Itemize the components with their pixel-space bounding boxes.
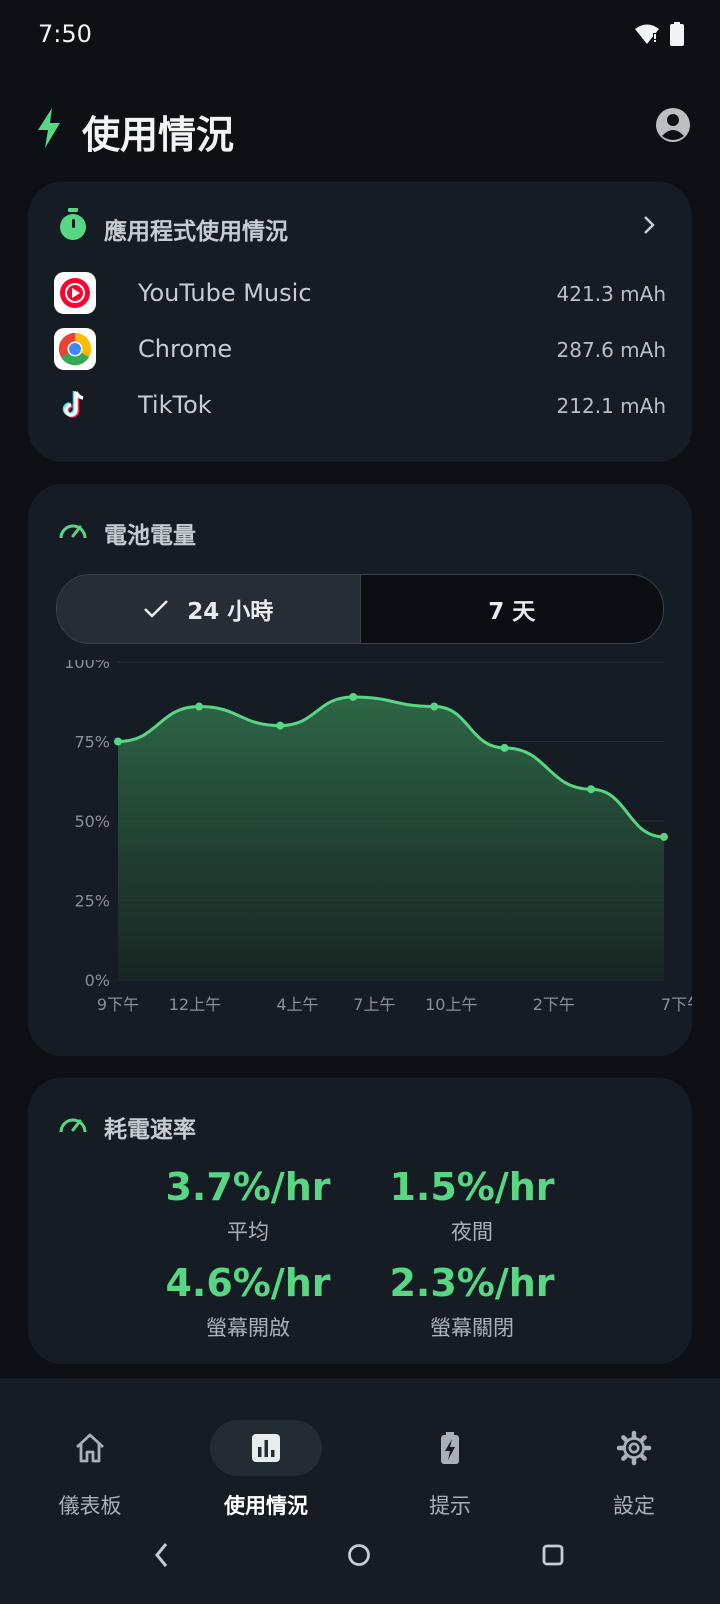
- chrome-icon: [54, 328, 96, 370]
- rate-value: 3.7%/hr: [165, 1165, 331, 1209]
- app-usage-value: 287.6 mAh: [556, 338, 666, 362]
- y-tick-label: 0%: [85, 971, 110, 990]
- app-name: TikTok: [138, 391, 212, 419]
- battery-level-card: 電池電量 24 小時 7 天 100% 75% 50% 25% 0% 9下午 12上午 4上午…: [28, 484, 692, 1056]
- nav-item-settings[interactable]: 設定: [544, 1400, 720, 1518]
- segment-label: 24 小時: [187, 599, 274, 625]
- app-usage-card[interactable]: 應用程式使用情況 YouTube Music 421.3 mAh Chrome …: [28, 182, 692, 462]
- bolt-icon: [38, 108, 60, 148]
- nav-item-usage[interactable]: 使用情況: [176, 1400, 356, 1518]
- wifi-icon: [635, 24, 659, 44]
- app-usage-value: 421.3 mAh: [556, 282, 666, 306]
- app-usage-value: 212.1 mAh: [556, 394, 666, 418]
- rate-label: 螢幕開啟: [206, 1316, 290, 1340]
- rate-label: 平均: [227, 1220, 269, 1244]
- drain-rate-card: 耗電速率 3.7%/hr 平均 1.5%/hr 夜間 4.6%/hr 螢幕開啟 …: [28, 1078, 692, 1364]
- app-usage-title: 應用程式使用情況: [104, 219, 288, 245]
- app-name: YouTube Music: [138, 279, 312, 307]
- rate-value: 2.3%/hr: [389, 1261, 555, 1305]
- data-point: [660, 832, 668, 841]
- home-icon: [76, 1433, 104, 1463]
- segment-label: 7 天: [488, 599, 536, 625]
- status-time: 7:50: [38, 20, 92, 48]
- check-icon: [144, 600, 169, 618]
- nav-label: 儀表板: [58, 1494, 122, 1518]
- nav-label: 提示: [429, 1494, 471, 1518]
- nav-label: 設定: [613, 1494, 655, 1518]
- x-tick-label: 7上午: [353, 995, 395, 1014]
- data-point: [114, 737, 122, 746]
- y-tick-label: 100%: [64, 660, 110, 672]
- y-tick-label: 50%: [74, 812, 110, 831]
- rate-label: 夜間: [451, 1220, 493, 1244]
- page-title: 使用情況: [82, 113, 235, 157]
- battery-level-title: 電池電量: [104, 523, 196, 549]
- speedometer-icon: [59, 524, 87, 539]
- battery-level-chart: 100% 75% 50% 25% 0% 9下午 12上午 4上午 7上午 10上午 2下午 7下午: [64, 660, 692, 1014]
- rate-screen-off: 2.3%/hr 螢幕關閉: [352, 1260, 592, 1342]
- gear-icon: [616, 1430, 652, 1466]
- app-name: Chrome: [138, 335, 233, 363]
- stopwatch-icon: [60, 208, 86, 240]
- x-tick-label: 10上午: [425, 995, 477, 1014]
- data-point: [500, 743, 509, 752]
- x-tick-label: 9下午: [97, 995, 139, 1014]
- x-tick-label: 7下午: [661, 995, 692, 1014]
- app-row-chrome[interactable]: Chrome 287.6 mAh: [54, 328, 666, 374]
- x-tick-label: 4上午: [276, 995, 318, 1014]
- app-row-tiktok[interactable]: TikTok 212.1 mAh: [54, 384, 666, 430]
- bar-chart-icon: [252, 1434, 280, 1462]
- rate-value: 1.5%/hr: [389, 1165, 555, 1209]
- rate-overnight: 1.5%/hr 夜間: [352, 1164, 592, 1246]
- chevron-right-icon[interactable]: [642, 214, 656, 236]
- nav-item-dashboard[interactable]: 儀表板: [0, 1400, 180, 1518]
- rate-value: 4.6%/hr: [165, 1261, 331, 1305]
- tiktok-icon: [54, 384, 96, 426]
- rate-label: 螢幕關閉: [430, 1316, 514, 1340]
- speedometer-icon: [59, 1118, 87, 1133]
- x-tick-label: 2下午: [533, 995, 575, 1014]
- nav-item-tips[interactable]: 提示: [360, 1400, 540, 1518]
- youtube-music-icon: [54, 272, 96, 314]
- bottom-nav: 儀表板 使用情況 提示 設定: [0, 1378, 720, 1604]
- y-tick-label: 75%: [74, 733, 110, 752]
- account-icon[interactable]: [654, 106, 692, 144]
- system-nav-bar: [0, 1528, 720, 1588]
- battery-icon: [670, 22, 684, 46]
- status-bar: 7:50: [0, 0, 720, 70]
- nav-label: 使用情況: [224, 1494, 308, 1518]
- segment-7-days[interactable]: 7 天: [360, 575, 663, 643]
- app-row-youtube-music[interactable]: YouTube Music 421.3 mAh: [54, 272, 666, 318]
- data-point: [195, 702, 204, 711]
- battery-area: [118, 696, 664, 980]
- time-range-toggle: 24 小時 7 天: [56, 574, 664, 644]
- recents-icon[interactable]: [540, 1542, 566, 1568]
- app-header: 使用情況: [0, 100, 720, 160]
- data-point: [276, 721, 285, 730]
- back-icon[interactable]: [150, 1540, 174, 1570]
- status-icons: [634, 22, 684, 46]
- data-point: [349, 692, 358, 701]
- drain-rate-title: 耗電速率: [104, 1117, 196, 1143]
- data-point: [587, 785, 596, 794]
- rate-average: 3.7%/hr 平均: [128, 1164, 368, 1246]
- home-circle-icon[interactable]: [346, 1542, 372, 1568]
- data-point: [430, 702, 439, 711]
- rate-screen-on: 4.6%/hr 螢幕開啟: [128, 1260, 368, 1342]
- segment-24-hours[interactable]: 24 小時: [57, 575, 361, 643]
- battery-charging-icon: [441, 1432, 459, 1464]
- x-tick-label: 12上午: [169, 995, 221, 1014]
- y-tick-label: 25%: [74, 892, 110, 911]
